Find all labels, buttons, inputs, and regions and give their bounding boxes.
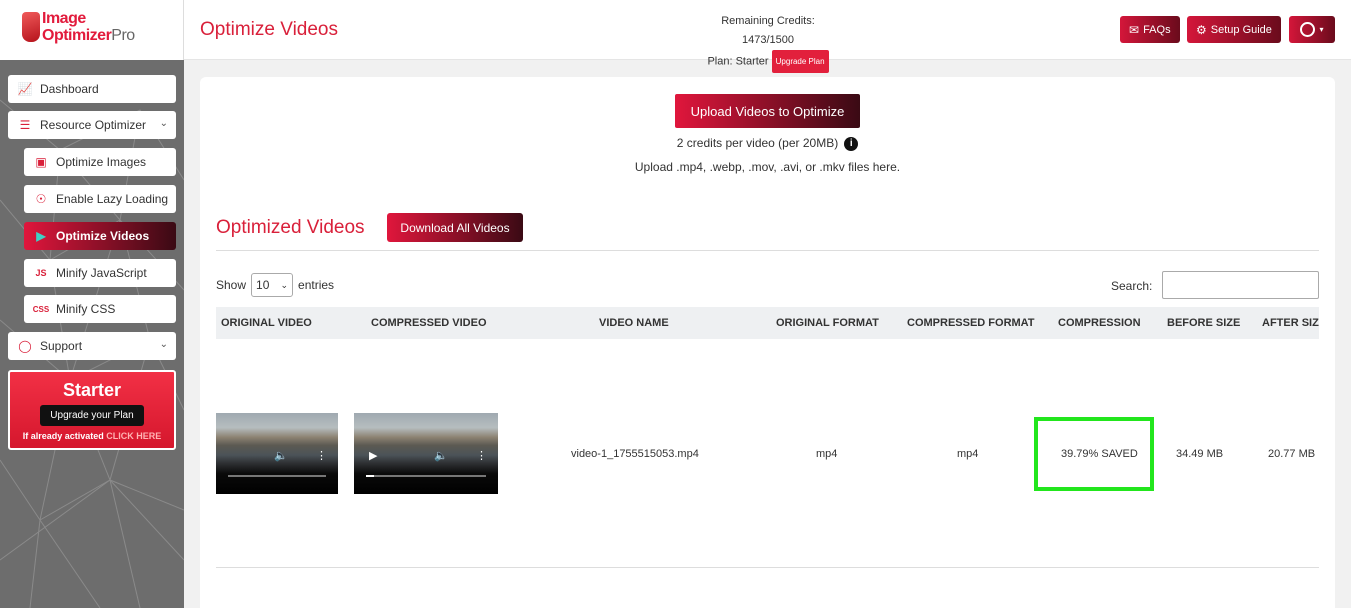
sidebar-item-minify-css[interactable]: CSS Minify CSS (24, 295, 176, 323)
faqs-button[interactable]: ✉ FAQs (1120, 16, 1180, 43)
search-input[interactable] (1162, 271, 1319, 299)
chart-icon: 📈 (17, 82, 33, 96)
plan-promo-card: Starter Upgrade your Plan If already act… (8, 370, 176, 450)
sidebar-item-label: Minify JavaScript (56, 266, 147, 280)
compressed-video-player[interactable]: ▶ 🔈 ⋮ (354, 413, 498, 494)
column-header[interactable]: COMPRESSION (1058, 317, 1141, 329)
click-here-link[interactable]: CLICK HERE (106, 431, 161, 441)
css-file-icon: CSS (32, 304, 50, 314)
more-options-icon[interactable]: ⋮ (476, 449, 487, 462)
format-note: Upload .mp4, .webp, .mov, .avi, or .mkv … (634, 160, 901, 174)
entries-label: entries (298, 278, 335, 292)
play-icon[interactable]: ▶ (369, 449, 377, 462)
original-video-player[interactable]: 🔈 ⋮ (216, 413, 338, 494)
headset-icon: ◯ (18, 339, 32, 353)
sidebar: Image OptimizerPro 📈 Dashboard ☰ Resourc… (0, 0, 184, 608)
logo-text-line1: Image (42, 10, 86, 27)
top-bar: Optimize Videos Remaining Credits: 1473/… (184, 0, 1351, 73)
compression-highlight-box (1034, 417, 1154, 491)
upgrade-plan-button[interactable]: Upgrade your Plan (40, 405, 144, 426)
search-label: Search: (1111, 279, 1153, 293)
video-progress-bar[interactable] (366, 475, 486, 477)
chevron-down-icon: ⌄ (159, 118, 168, 129)
logo-text-pro: Pro (111, 27, 135, 44)
sidebar-item-optimize-images[interactable]: ▣ Optimize Images (24, 148, 176, 176)
chevron-down-icon: ⌄ (280, 279, 289, 290)
play-icon: ▶ (36, 229, 46, 243)
show-label: Show (216, 278, 247, 292)
upgrade-plan-badge[interactable]: Upgrade Plan (771, 50, 829, 73)
caret-down-icon: ▾ (1319, 25, 1324, 34)
list-icon: ☰ (19, 118, 31, 132)
page-scrollbar[interactable] (1345, 60, 1351, 608)
entries-value: 10 (256, 278, 270, 292)
sidebar-item-resource-optimizer[interactable]: ☰ Resource Optimizer ⌄ (8, 111, 176, 139)
credit-note-text: 2 credits per video (per 20MB) (676, 136, 839, 150)
column-header[interactable]: ORIGINAL FORMAT (776, 317, 879, 329)
video-name-cell: video-1_1755515053.mp4 (571, 448, 699, 460)
after-size-cell: 20.77 MB (1268, 448, 1316, 460)
sidebar-item-lazy-loading[interactable]: ☉ Enable Lazy Loading (24, 185, 176, 213)
sidebar-item-minify-js[interactable]: JS Minify JavaScript (24, 259, 176, 287)
plan-label: Plan: Starter (707, 55, 769, 68)
logo-text-line2: OptimizerPro (42, 27, 135, 45)
row-divider (216, 567, 1319, 568)
volume-icon[interactable]: 🔈 (274, 449, 288, 462)
logo[interactable]: Image OptimizerPro (0, 0, 184, 60)
gear-icon: ⚙ (1196, 22, 1207, 37)
credits-info: Remaining Credits: 1473/1500 Plan: Start… (694, 12, 842, 73)
chevron-down-icon: ⌄ (159, 339, 168, 350)
faqs-label: FAQs (1143, 23, 1171, 36)
sidebar-item-support[interactable]: ◯ Support ⌄ (8, 332, 176, 360)
plan-info: Plan: Starter Upgrade Plan (694, 50, 842, 73)
entries-control: Show 10 ⌄ entries (216, 273, 334, 297)
column-header[interactable]: AFTER SIZE (1262, 317, 1319, 329)
user-menu-button[interactable]: ▾ (1289, 16, 1335, 43)
remaining-credits: Remaining Credits: 1473/1500 (721, 15, 815, 46)
column-header[interactable]: BEFORE SIZE (1167, 317, 1240, 329)
sidebar-item-dashboard[interactable]: 📈 Dashboard (8, 75, 176, 103)
compressed-format-cell: mp4 (957, 448, 979, 460)
sidebar-item-label: Optimize Videos (56, 229, 150, 243)
entries-select[interactable]: 10 ⌄ (251, 273, 294, 297)
info-icon[interactable]: i (844, 136, 859, 151)
promo-note-text: If already activated (22, 431, 104, 441)
js-file-icon: JS (35, 268, 47, 278)
setup-guide-label: Setup Guide (1210, 23, 1272, 36)
sidebar-item-label: Resource Optimizer (40, 118, 147, 132)
more-options-icon[interactable]: ⋮ (316, 449, 327, 462)
original-format-cell: mp4 (816, 448, 838, 460)
sidebar-item-label: Enable Lazy Loading (56, 192, 169, 206)
column-header[interactable]: ORIGINAL VIDEO (221, 317, 312, 329)
divider (216, 250, 1319, 251)
sidebar-item-label: Minify CSS (56, 302, 116, 316)
logo-hand-icon (22, 12, 40, 42)
download-all-videos-button[interactable]: Download All Videos (387, 213, 523, 242)
upload-videos-button[interactable]: Upload Videos to Optimize (675, 94, 860, 128)
main-card: Upload Videos to Optimize 2 credits per … (200, 77, 1335, 608)
sidebar-item-label: Optimize Images (56, 155, 147, 169)
setup-guide-button[interactable]: ⚙ Setup Guide (1187, 16, 1281, 43)
sidebar-item-label: Dashboard (40, 82, 99, 96)
page-title: Optimize Videos (200, 19, 338, 40)
table-header: ORIGINAL VIDEO COMPRESSED VIDEO VIDEO NA… (216, 307, 1319, 339)
user-avatar-icon (1300, 22, 1316, 37)
sidebar-item-label: Support (40, 339, 83, 353)
chat-icon: ✉ (1129, 22, 1140, 37)
credit-note: 2 credits per video (per 20MB) i (200, 136, 1335, 151)
volume-icon[interactable]: 🔈 (434, 449, 448, 462)
column-header[interactable]: VIDEO NAME (599, 317, 669, 329)
image-icon: ▣ (35, 155, 47, 169)
logo-text-optimizer: Optimizer (42, 27, 112, 44)
sidebar-item-optimize-videos[interactable]: ▶ Optimize Videos (24, 222, 176, 250)
column-header[interactable]: COMPRESSED VIDEO (371, 317, 487, 329)
promo-note: If already activated CLICK HERE (10, 431, 174, 441)
lazy-load-icon: ☉ (35, 192, 47, 206)
promo-plan-title: Starter (62, 380, 122, 400)
section-title: Optimized Videos (216, 217, 365, 238)
column-header[interactable]: COMPRESSED FORMAT (907, 317, 1035, 329)
before-size-cell: 34.49 MB (1176, 448, 1224, 460)
video-progress-bar[interactable] (228, 475, 326, 477)
